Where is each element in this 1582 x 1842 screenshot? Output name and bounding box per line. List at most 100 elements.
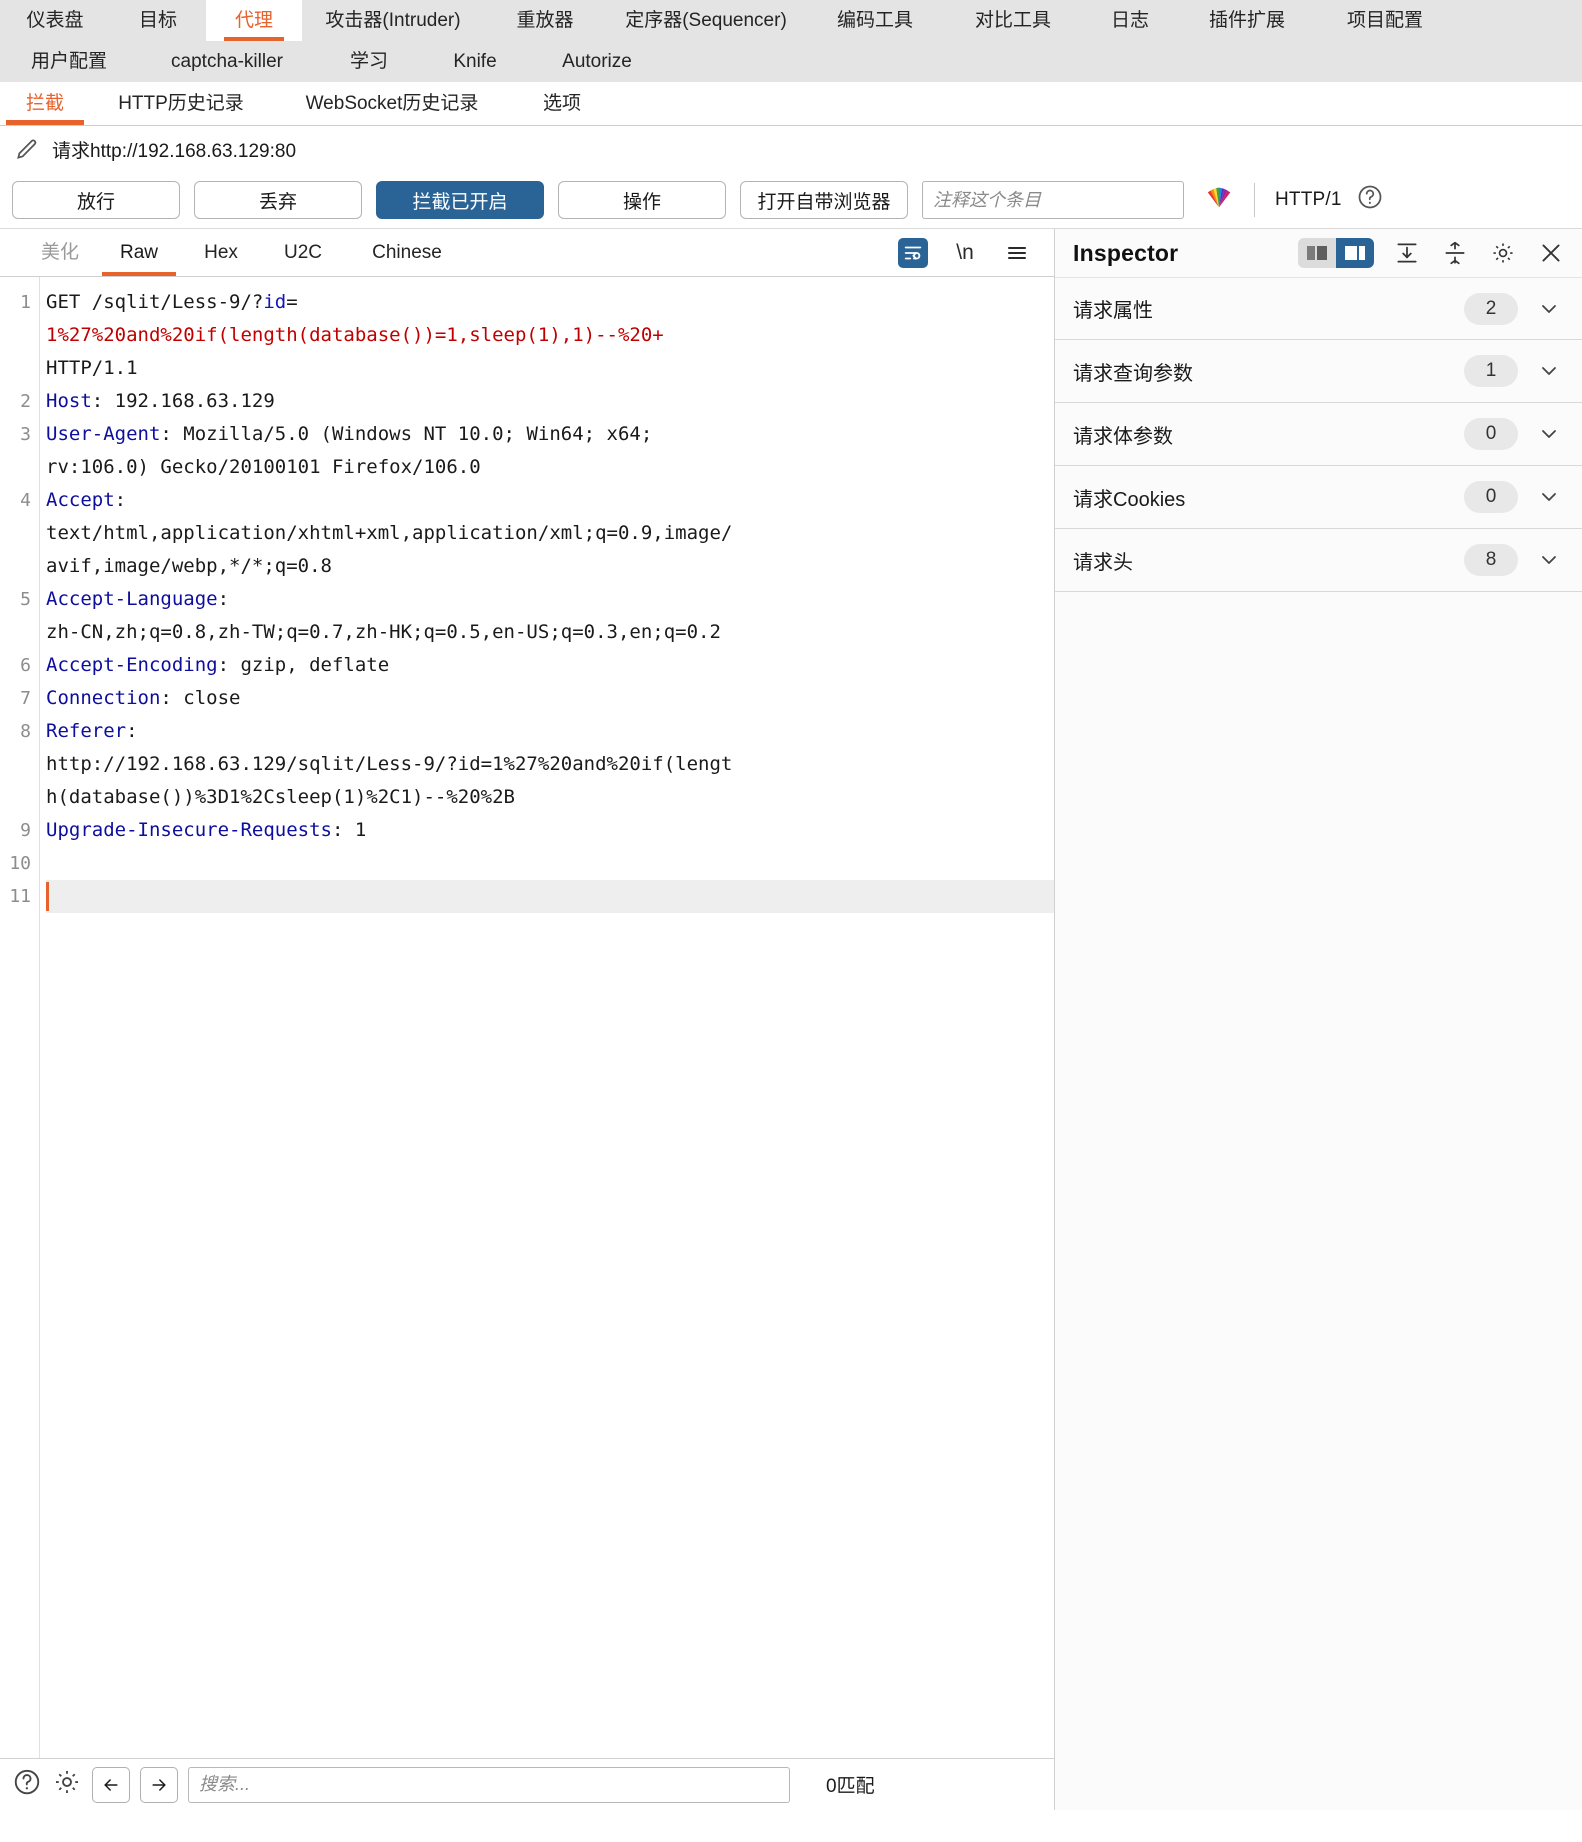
layout-left-icon[interactable] [1298,238,1336,268]
forward-button[interactable]: 放行 [12,181,180,219]
code-line[interactable]: http://192.168.63.129/sqlit/Less-9/?id=1… [46,748,1054,781]
extension-tab-3[interactable]: 学习 [316,41,422,82]
inspector-section-row[interactable]: 请求头 8 [1055,529,1582,592]
action-button[interactable]: 操作 [558,181,726,219]
collapse-all-icon[interactable] [1392,238,1422,268]
code-line[interactable]: h(database())%3D1%2Csleep(1)%2C1)--%20%2… [46,781,1054,814]
word-wrap-icon[interactable] [898,237,928,268]
newline-icon[interactable]: \n [950,238,980,268]
layout-right-icon[interactable] [1336,238,1374,268]
proxy-sub-tab-row: 拦截 HTTP历史记录 WebSocket历史记录 选项 [0,82,1582,126]
code-line[interactable]: Accept-Language: [46,583,1054,616]
inspector-pane: Inspector 请求属性 2 请求查询参数 1 请求体参数 0 请求Cook… [1055,229,1582,1810]
inspector-section-row[interactable]: 请求属性 2 [1055,277,1582,340]
main-tab-4[interactable]: 攻击器(Intruder) [302,0,484,41]
code-lines[interactable]: GET /sqlit/Less-9/?id= 1%27%20and%20if(le… [40,277,1054,1758]
inspector-section-row[interactable]: 请求查询参数 1 [1055,340,1582,403]
code-line-cursor[interactable] [46,880,1054,913]
extension-tab-4[interactable]: Knife [422,41,528,82]
code-line[interactable]: Accept-Encoding: gzip, deflate [46,649,1054,682]
search-input[interactable] [188,1766,790,1803]
code-line[interactable] [46,847,1054,880]
drop-button[interactable]: 丢弃 [194,181,362,219]
note-input[interactable] [922,181,1184,219]
code-line[interactable]: Upgrade-Insecure-Requests: 1 [46,814,1054,847]
code-segment: Referer [46,720,127,742]
main-tab-2[interactable]: 目标 [110,0,206,41]
code-line[interactable]: Host: 192.168.63.129 [46,385,1054,418]
code-line[interactable]: text/html,application/xhtml+xml,applicat… [46,517,1054,550]
newline-label: \n [956,240,974,264]
extension-tab-2[interactable]: captcha-killer [138,41,316,82]
inspector-section-label: 请求属性 [1073,300,1153,322]
editor-tab-5[interactable]: Chinese [344,229,470,276]
proxy-sub-tab-4[interactable]: 选项 [512,82,612,125]
hamburger-menu-icon[interactable] [1002,238,1032,268]
code-line[interactable]: zh-CN,zh;q=0.8,zh-TW;q=0.7,zh-HK;q=0.5,e… [46,616,1054,649]
intercept-toggle-button[interactable]: 拦截已开启 [376,181,544,219]
help-icon[interactable] [1356,183,1384,217]
main-tab-10[interactable]: 插件扩展 [1178,0,1316,41]
editor-tab-2[interactable]: Raw [98,229,180,276]
search-next-button[interactable] [140,1766,178,1803]
inspector-section-row[interactable]: 请求体参数 0 [1055,403,1582,466]
main-tab-1[interactable]: 仪表盘 [0,0,110,41]
inspector-section-label: 请求体参数 [1073,425,1173,448]
code-line[interactable]: GET /sqlit/Less-9/?id= [46,286,1054,319]
extension-tab-1[interactable]: 用户配置 [0,41,138,82]
line-number-continuation [0,550,39,583]
extension-tab-5[interactable]: Autorize [528,41,666,82]
extension-tab-label: Autorize [562,51,632,72]
proxy-sub-tab-3[interactable]: WebSocket历史记录 [272,82,512,125]
request-code-area[interactable]: 1 2 3 4 5 6 7 8 9 10 11 GET /sqlit/Less-9/?id= 1%27… [0,277,1054,1758]
open-browser-button[interactable]: 打开自带浏览器 [740,181,908,219]
expand-all-icon[interactable] [1440,238,1470,268]
editor-tab-3[interactable]: Hex [180,229,262,276]
inspector-section-row[interactable]: 请求Cookies 0 [1055,466,1582,529]
inspector-title: Inspector [1073,239,1179,266]
main-tab-11[interactable]: 项目配置 [1316,0,1454,41]
editor-tab-label: Chinese [372,242,442,263]
code-line[interactable]: rv:106.0) Gecko/20100101 Firefox/106.0 [46,451,1054,484]
proxy-sub-tab-2[interactable]: HTTP历史记录 [90,82,272,125]
http-version-label[interactable]: HTTP/1 [1275,189,1342,211]
code-line[interactable]: Referer: [46,715,1054,748]
editor-tab-4[interactable]: U2C [262,229,344,276]
editor-tab-1[interactable]: 美化 [22,229,98,276]
main-tab-5[interactable]: 重放器 [484,0,606,41]
chevron-down-icon[interactable] [1534,297,1564,321]
gear-icon[interactable] [52,1767,82,1803]
proxy-sub-tab-1[interactable]: 拦截 [0,82,90,125]
inspector-layout-toggle[interactable] [1298,238,1374,268]
editor-search-bar: 0匹配 [0,1758,1054,1810]
code-line[interactable]: User-Agent: Mozilla/5.0 (Windows NT 10.0… [46,418,1054,451]
main-tab-9[interactable]: 日志 [1082,0,1178,41]
help-icon[interactable] [12,1767,42,1803]
code-line[interactable]: 1%27%20and%20if(length(database())=1,sle… [46,319,1054,352]
chevron-down-icon[interactable] [1534,359,1564,383]
code-line[interactable]: Accept: [46,484,1054,517]
search-prev-button[interactable] [92,1766,130,1803]
line-number-gutter: 1 2 3 4 5 6 7 8 9 10 11 [0,277,40,1758]
extension-tab-label: 学习 [349,51,388,72]
close-icon[interactable] [1536,238,1566,268]
gear-icon[interactable] [1488,238,1518,268]
page-title: 请求http://192.168.63.129:80 [52,140,297,162]
chevron-down-icon[interactable] [1534,548,1564,572]
chevron-down-icon[interactable] [1534,485,1564,509]
main-tab-6[interactable]: 定序器(Sequencer) [606,0,806,41]
code-segment: : 1 [331,819,367,841]
line-number: 1 [20,292,31,313]
line-number: 6 [20,655,31,676]
inspector-section-label: 请求查询参数 [1073,362,1193,385]
main-tab-3[interactable]: 代理 [206,0,302,41]
code-segment: avif,image/webp,*/*;q=0.8 [46,555,332,577]
chevron-down-icon[interactable] [1534,422,1564,446]
code-line[interactable]: Connection: close [46,682,1054,715]
main-tab-8[interactable]: 对比工具 [944,0,1082,41]
main-tab-7[interactable]: 编码工具 [806,0,944,41]
code-line[interactable]: avif,image/webp,*/*;q=0.8 [46,550,1054,583]
code-line[interactable]: HTTP/1.1 [46,352,1054,385]
match-count-label: 0匹配 [826,1776,875,1797]
code-segment: = [286,291,298,313]
